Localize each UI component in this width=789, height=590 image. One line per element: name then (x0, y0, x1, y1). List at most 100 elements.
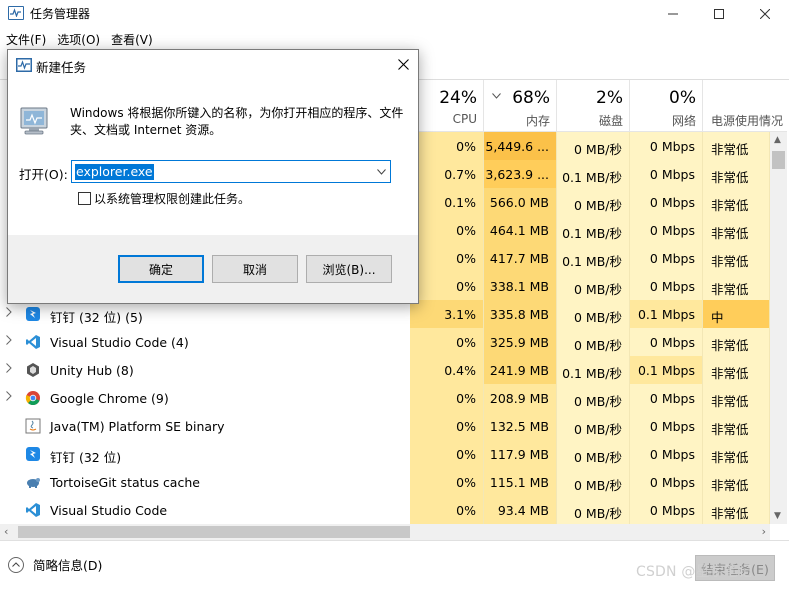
ok-button[interactable]: 确定 (118, 255, 204, 283)
power-cell: 非常低 (703, 412, 770, 440)
open-input-value[interactable]: explorer.exe (75, 164, 154, 180)
menu-options[interactable]: 选项(O) (51, 28, 105, 50)
chevron-right-icon[interactable] (6, 363, 16, 375)
cpu-cell: 0% (410, 272, 484, 300)
menu-file[interactable]: 文件(F) (0, 28, 51, 50)
cpu-label: CPU (452, 112, 477, 126)
scroll-down-icon[interactable]: ▼ (774, 511, 781, 521)
task-manager-icon (16, 58, 32, 72)
scroll-left-icon[interactable]: ‹ (4, 525, 8, 538)
less-details-button[interactable]: 简略信息(D) (8, 555, 102, 574)
disk-cell: 0.1 MB/秒 (557, 244, 630, 272)
table-row[interactable]: Google Chrome (9) 0% 208.9 MB 0 MB/秒 0 Mbps 非… (0, 384, 770, 412)
vscode-icon (25, 334, 41, 350)
process-name: Visual Studio Code (50, 503, 168, 518)
process-name: Unity Hub (8) (50, 363, 134, 378)
memory-cell: 338.1 MB (484, 272, 557, 300)
chevron-right-icon[interactable] (6, 307, 16, 319)
column-header-power[interactable]: 电源使用情况 (703, 80, 787, 132)
table-row[interactable]: Java(TM) Platform SE binary 0% 132.5 MB 0 M… (0, 412, 770, 440)
table-row[interactable]: Unity Hub (8) 0.4% 241.9 MB 0.1 MB/秒 0.1 Mbp… (0, 356, 770, 384)
cpu-cell: 0.4% (410, 356, 484, 384)
power-cell: 中 (703, 300, 770, 328)
scroll-thumb[interactable] (772, 151, 785, 169)
scroll-right-icon[interactable]: › (762, 525, 766, 538)
network-cell: 0 Mbps (630, 440, 703, 468)
power-cell: 非常低 (703, 272, 770, 300)
disk-percent: 2% (596, 88, 623, 108)
process-name: Google Chrome (9) (50, 391, 169, 406)
memory-cell: 241.9 MB (484, 356, 557, 384)
browse-button[interactable]: 浏览(B)... (306, 255, 392, 283)
table-row[interactable]: Visual Studio Code 0% 93.4 MB 0 MB/秒 0 Mbps 非… (0, 496, 770, 524)
dialog-description: Windows 将根据你所键入的名称，为你打开相应的程序、文件夹、文档或 Int… (70, 106, 404, 137)
table-row[interactable]: Visual Studio Code (4) 0% 325.9 MB 0 MB/秒 0 … (0, 328, 770, 356)
column-header-memory[interactable]: 68% 内存 (484, 80, 557, 132)
admin-checkbox[interactable] (78, 192, 91, 205)
dialog-title-bar: 新建任务 (8, 50, 418, 80)
table-row[interactable]: 钉钉 (32 位) (5) 3.1% 335.8 MB 0 MB/秒 0.1 Mbps 中 (0, 300, 770, 328)
network-cell: 0 Mbps (630, 468, 703, 496)
memory-cell: 117.9 MB (484, 440, 557, 468)
network-cell: 0 Mbps (630, 188, 703, 216)
cancel-button[interactable]: 取消 (212, 255, 298, 283)
close-button[interactable] (742, 0, 788, 28)
table-row[interactable]: 钉钉 (32 位) 0% 117.9 MB 0 MB/秒 0 Mbps 非常低 (0, 440, 770, 468)
menu-bar: 文件(F) 选项(O) 查看(V) (0, 28, 789, 50)
network-cell: 0.1 Mbps (630, 356, 703, 384)
memory-cell: 325.9 MB (484, 328, 557, 356)
power-cell: 非常低 (703, 468, 770, 496)
admin-checkbox-label: 以系统管理权限创建此任务。 (94, 192, 251, 206)
network-percent: 0% (669, 88, 696, 108)
power-label: 电源使用情况 (711, 114, 784, 128)
disk-cell: 0 MB/秒 (557, 132, 630, 160)
column-header-disk[interactable]: 2% 磁盘 (557, 80, 630, 132)
window-title: 任务管理器 (30, 7, 91, 21)
minimize-icon (668, 13, 678, 15)
power-cell: 非常低 (703, 440, 770, 468)
unity-hub-icon (25, 362, 41, 378)
hscroll-thumb[interactable] (18, 526, 410, 538)
memory-cell: 566.0 MB (484, 188, 557, 216)
power-cell: 非常低 (703, 188, 770, 216)
chevron-right-icon[interactable] (6, 335, 16, 347)
disk-cell: 0 MB/秒 (557, 188, 630, 216)
open-combobox[interactable]: explorer.exe (71, 160, 391, 183)
network-cell: 0 Mbps (630, 244, 703, 272)
disk-cell: 0 MB/秒 (557, 412, 630, 440)
power-cell: 非常低 (703, 160, 770, 188)
create-new-task-dialog: 新建任务 Windows 将根据你所键入的名称，为你打开相应的程序、文件夹、文档… (7, 49, 419, 304)
close-icon (397, 58, 409, 70)
process-name: 钉钉 (32 位) (5) (50, 310, 143, 325)
network-cell: 0 Mbps (630, 496, 703, 524)
memory-cell: 93.4 MB (484, 496, 557, 524)
dialog-close-button[interactable] (394, 55, 412, 73)
cpu-cell: 0.1% (410, 188, 484, 216)
menu-view[interactable]: 查看(V) (105, 28, 158, 50)
column-header-cpu[interactable]: 24% CPU (410, 80, 484, 132)
chevron-down-icon[interactable] (372, 161, 390, 182)
run-program-icon (18, 104, 52, 138)
memory-cell: 5,449.6 ... (484, 132, 557, 160)
horizontal-scrollbar[interactable]: ‹ › (0, 524, 770, 540)
cpu-cell: 3.1% (410, 300, 484, 328)
network-cell: 0 Mbps (630, 132, 703, 160)
tortoisegit-icon (25, 474, 41, 490)
scroll-up-icon[interactable]: ▲ (774, 135, 781, 145)
dialog-title: 新建任务 (36, 60, 87, 75)
disk-cell: 0 MB/秒 (557, 468, 630, 496)
disk-label: 磁盘 (598, 114, 623, 128)
cpu-cell: 0% (410, 216, 484, 244)
cpu-cell: 0% (410, 384, 484, 412)
disk-cell: 0 MB/秒 (557, 272, 630, 300)
minimize-button[interactable] (650, 0, 696, 28)
cpu-cell: 0% (410, 496, 484, 524)
vertical-scrollbar[interactable]: ▲ ▼ (770, 132, 787, 524)
task-manager-icon (8, 6, 24, 20)
column-header-network[interactable]: 0% 网络 (630, 80, 703, 132)
table-row[interactable]: TortoiseGit status cache 0% 115.1 MB 0 MB/秒… (0, 468, 770, 496)
memory-cell: 132.5 MB (484, 412, 557, 440)
maximize-button[interactable] (696, 0, 742, 28)
admin-checkbox-row[interactable]: 以系统管理权限创建此任务。 (78, 190, 250, 207)
chevron-right-icon[interactable] (6, 391, 16, 403)
